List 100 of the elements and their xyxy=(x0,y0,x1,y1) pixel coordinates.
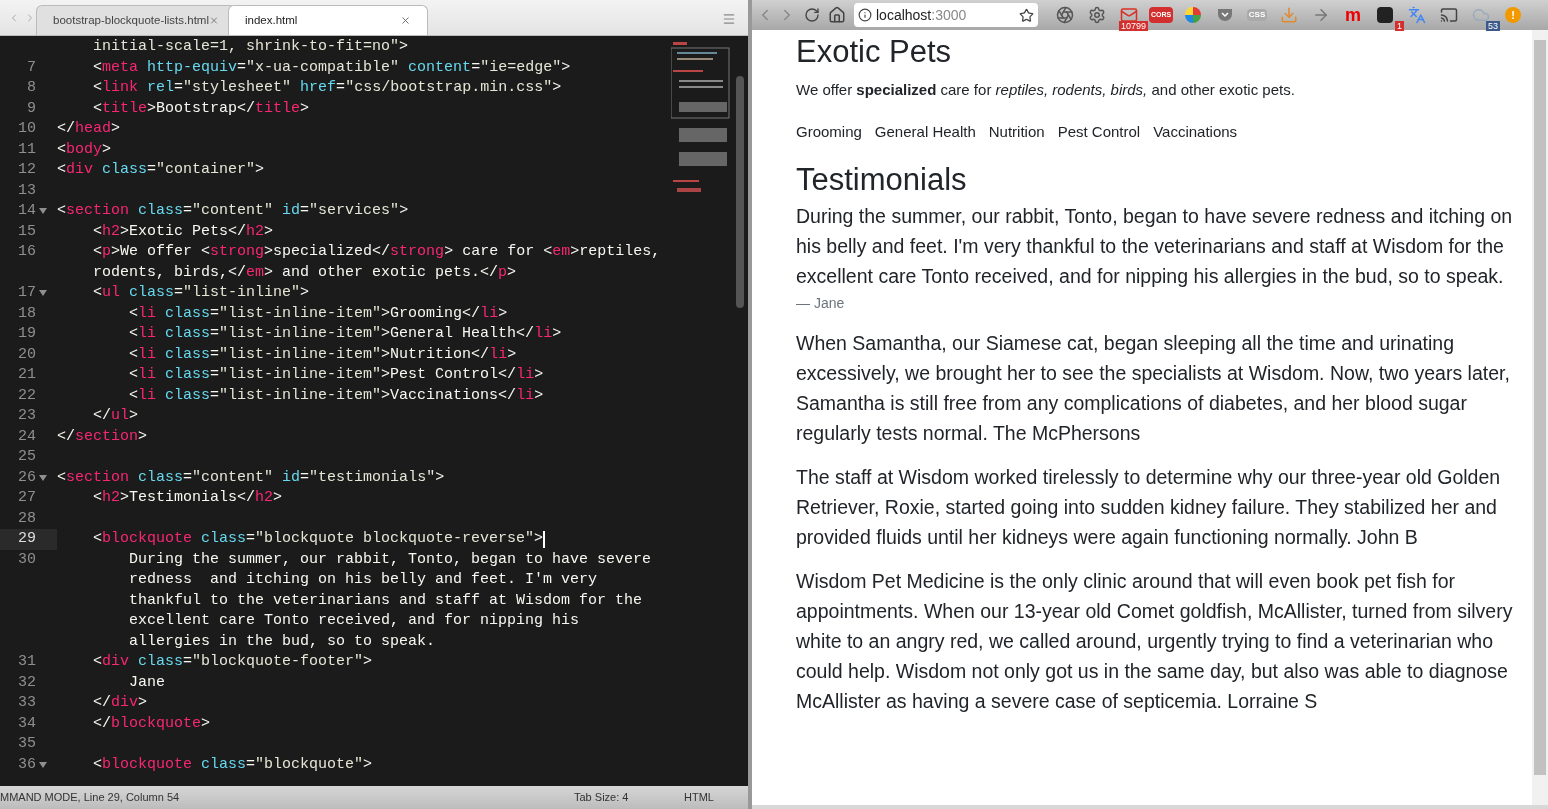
code-line: <div class="blockquote-footer"> xyxy=(92,652,373,672)
line-number: 14 xyxy=(17,201,36,221)
code-line: During the summer, our rabbit, Tonto, began to have severe xyxy=(128,549,652,570)
pocket-icon xyxy=(1217,8,1233,22)
download-icon xyxy=(1280,6,1298,24)
line-number: 35 xyxy=(17,734,36,754)
code-line: excellent care Tonto received, and for nipping his xyxy=(128,611,580,631)
fold-arrow-icon[interactable] xyxy=(39,761,47,768)
code-line: <li class="list-inline-item">Nutrition</li> xyxy=(128,344,517,365)
line-number: 26 xyxy=(17,467,36,488)
badge: 53 xyxy=(1486,21,1500,31)
line-number: 25 xyxy=(17,447,36,467)
code-line: </div> xyxy=(92,693,148,713)
code-line: rodents, birds,</em> and other exotic pets.</p> xyxy=(92,262,517,283)
css-label: CSS xyxy=(1246,9,1268,21)
line-number: 28 xyxy=(17,508,36,529)
line-number: 33 xyxy=(17,693,36,713)
service-item: Pest Control xyxy=(1057,121,1141,142)
code-line: <body> xyxy=(57,139,112,160)
code-line: <h2>Testimonials</h2> xyxy=(92,488,283,508)
line-number: 34 xyxy=(17,713,36,734)
testimonial-author: — Jane xyxy=(796,294,846,313)
code-line: <div class="container"> xyxy=(57,160,265,180)
fold-arrow-icon[interactable] xyxy=(39,208,47,215)
code-line: <blockquote class="blockquote"> xyxy=(92,754,373,775)
code-line: <li class="list-inline-item">Vaccinations</li> xyxy=(128,385,544,406)
service-item: Vaccinations xyxy=(1153,121,1238,142)
badge: 1 xyxy=(1395,21,1404,31)
line-number: 18 xyxy=(17,303,36,324)
line-number: 22 xyxy=(17,385,36,406)
dark-square-icon xyxy=(1377,7,1393,23)
translate-icon xyxy=(1408,6,1426,24)
cloud-icon xyxy=(1472,6,1490,24)
url-port: :3000 xyxy=(931,5,967,25)
scrollbar[interactable] xyxy=(736,76,744,308)
line-number: 16 xyxy=(17,242,36,262)
page-title: Exotic Pets xyxy=(796,33,953,71)
line-number: 19 xyxy=(17,324,36,344)
line-number: 7 xyxy=(26,57,36,78)
badge: 10799 xyxy=(1118,21,1148,31)
color-wheel-icon xyxy=(1185,7,1201,23)
arrow-icon xyxy=(1312,6,1330,24)
code-line: <li class="list-inline-item">Grooming</li> xyxy=(128,303,508,324)
line-number: 27 xyxy=(17,488,36,508)
info-icon xyxy=(858,8,872,22)
line-number: 11 xyxy=(17,139,36,160)
line-number: 30 xyxy=(17,549,36,570)
line-number: 31 xyxy=(17,652,36,672)
line-number: 15 xyxy=(17,221,36,242)
line-number: 21 xyxy=(17,365,36,385)
line-number: 12 xyxy=(17,160,36,180)
line-number: 17 xyxy=(17,283,36,303)
testimonial-text: The staff at Wisdom worked tirelessly to determine why our three-year old Golden Retriever, Roxie, started going into sudden kidney failure. They stabilized her and provided fluids until her kidneys were again functioning normally. John B xyxy=(796,465,1502,550)
code-line: </blockquote> xyxy=(92,713,211,734)
scrollbar[interactable] xyxy=(1534,40,1546,775)
status-text: MMAND MODE, Line 29, Column 54 xyxy=(0,790,181,806)
cast-icon xyxy=(1440,6,1458,24)
line-number: 13 xyxy=(17,180,36,201)
service-item: General Health xyxy=(874,121,976,142)
testimonial-text: During the summer, our rabbit, Tonto, began to have severe redness and itching on his belly and feet. I'm very thankful to the veterinarians and staff at Wisdom for the excellent care Tonto received, and for nipping his allergies in the bud, so to speak. xyxy=(796,204,1514,289)
m-logo: m xyxy=(1345,6,1361,24)
fold-arrow-icon[interactable] xyxy=(39,474,47,481)
close-icon[interactable] xyxy=(400,15,411,26)
gear-icon xyxy=(1088,6,1106,24)
home-icon[interactable] xyxy=(828,6,846,24)
code-line: Jane xyxy=(128,672,166,693)
text-cursor xyxy=(543,530,546,548)
line-number: 36 xyxy=(17,754,36,775)
code-line: <meta http-equiv="x-ua-compatible" content="ie=edge"> xyxy=(92,57,571,78)
mail-icon xyxy=(1120,6,1138,24)
url-host: localhost xyxy=(876,5,932,25)
testimonial-text: When Samantha, our Siamese cat, began sleeping all the time and urinating excessively, we brought her to see the specialists at Wisdom. Now, two years later, Samantha is still free from any complications of diabetes, and her blood sugar regularly tests normal. The McPhersons xyxy=(796,331,1511,446)
syntax-label[interactable]: HTML xyxy=(684,789,748,806)
line-number: 20 xyxy=(17,344,36,365)
line-number: 8 xyxy=(26,78,36,98)
code-line: </section> xyxy=(57,426,148,447)
code-line: <h2>Exotic Pets</h2> xyxy=(92,221,274,242)
code-line: thankful to the veterinarians and staff at Wisdom for the xyxy=(128,590,643,611)
editor-tab[interactable]: index.html xyxy=(228,5,428,35)
code-line: <p>We offer <strong>specialized</strong> care for <em>reptiles, xyxy=(92,242,661,262)
line-number: 23 xyxy=(17,406,36,426)
alert-icon: ! xyxy=(1505,7,1521,23)
code-line: <ul class="list-inline"> xyxy=(92,283,310,303)
tab-size-label[interactable]: Tab Size: 4 xyxy=(574,789,684,806)
address-bar[interactable]: localhost:3000 xyxy=(854,3,1038,27)
line-number: 29 xyxy=(17,529,36,549)
code-line: </head> xyxy=(57,119,121,139)
fold-arrow-icon[interactable] xyxy=(39,290,47,297)
section-heading: Testimonials xyxy=(796,161,968,199)
code-line: <section class="content" id="testimonials"> xyxy=(57,467,445,488)
line-number: 24 xyxy=(17,426,36,447)
line-number: 9 xyxy=(26,98,36,119)
code-line: <li class="list-inline-item">General Health</li> xyxy=(128,324,562,344)
bookmark-star-icon[interactable] xyxy=(1019,7,1034,23)
reload-icon[interactable] xyxy=(804,7,820,23)
line-number: 32 xyxy=(17,672,36,693)
code-line: <link rel="stylesheet" href="css/bootstrap.min.css"> xyxy=(92,78,562,98)
code-line: initial-scale=1, shrink-to-fit=no"> xyxy=(92,37,409,57)
line-number: 10 xyxy=(17,119,36,139)
service-item: Nutrition xyxy=(988,121,1045,142)
